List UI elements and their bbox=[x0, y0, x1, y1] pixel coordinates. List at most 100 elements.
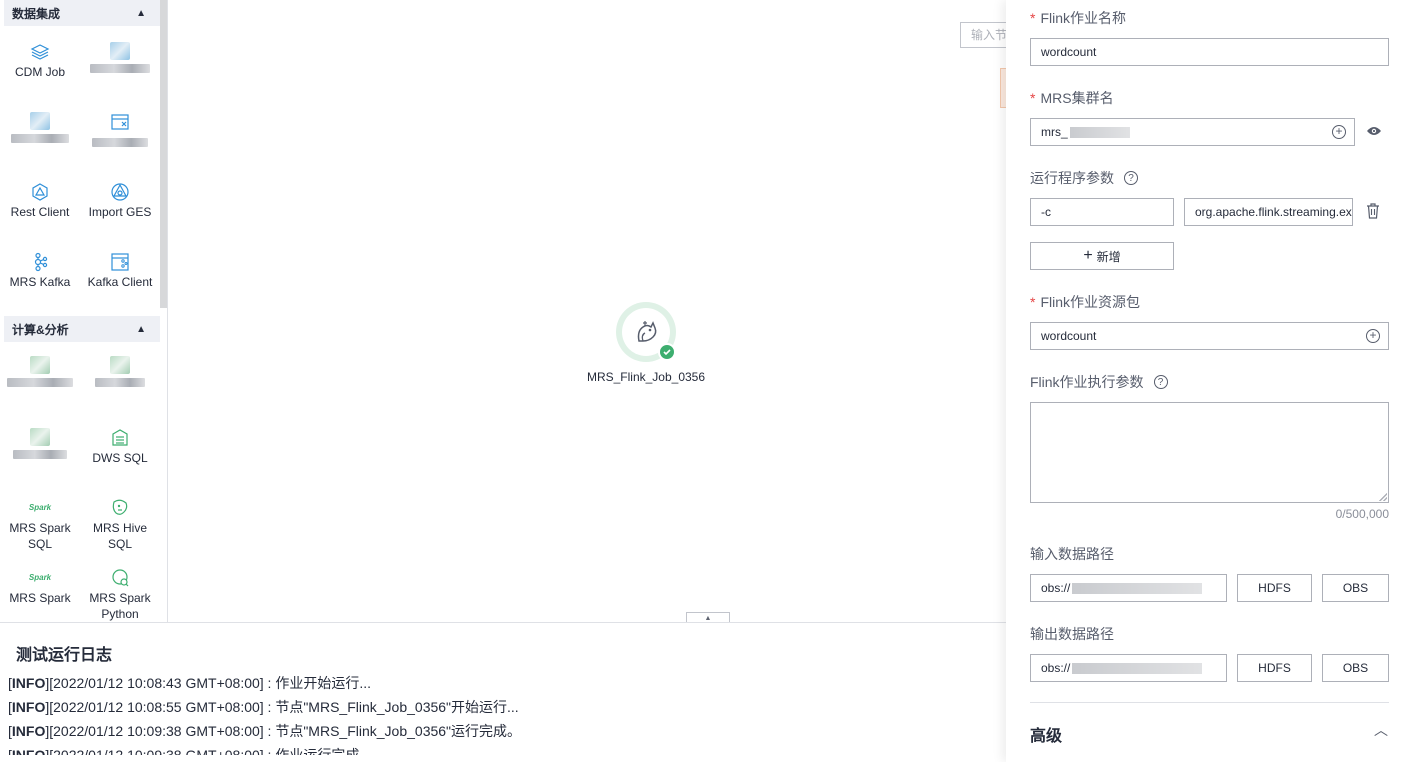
label-text: Flink作业执行参数 bbox=[1030, 374, 1144, 390]
kafka-icon bbox=[29, 252, 51, 272]
node-properties-panel: * Flink作业名称 wordcount * MRS集群名 mrs_ + 运行… bbox=[1006, 0, 1405, 762]
blurred-path bbox=[1072, 663, 1203, 675]
eye-icon[interactable] bbox=[1366, 125, 1382, 140]
node-label: Rest Client bbox=[10, 205, 70, 219]
node-dws-sql[interactable]: DWS SQL bbox=[80, 428, 160, 466]
output-hdfs-button[interactable]: HDFS bbox=[1237, 654, 1312, 682]
advanced-section-title[interactable]: 高级 bbox=[1030, 722, 1062, 746]
collapse-arrow-icon[interactable]: ▲ bbox=[136, 324, 146, 335]
log-time: [2022/01/12 10:08:43 GMT+08:00] bbox=[49, 675, 264, 691]
chevron-up-icon[interactable]: ︿ bbox=[1374, 720, 1388, 740]
node-label: MRS Spark bbox=[9, 591, 71, 605]
log-title: 测试运行日志 bbox=[16, 647, 113, 664]
node-cdm-job[interactable]: CDM Job bbox=[0, 42, 80, 80]
input-hdfs-button[interactable]: HDFS bbox=[1237, 574, 1312, 602]
node-blurred-6[interactable] bbox=[0, 428, 80, 463]
node-mrs-hive-sql[interactable]: MRS Hive SQL bbox=[80, 498, 160, 552]
test-run-log: 测试运行日志 [INFO][2022/01/12 10:08:43 GMT+08… bbox=[0, 622, 1006, 762]
spark-icon: Spark bbox=[28, 573, 52, 582]
log-message: : 作业运行完成 bbox=[263, 747, 360, 755]
log-line: [INFO][2022/01/12 10:08:55 GMT+08:00] : … bbox=[8, 699, 519, 715]
label-text: 输入数据路径 bbox=[1030, 546, 1114, 562]
node-blurred-4[interactable] bbox=[0, 356, 80, 391]
blurred-label bbox=[7, 378, 73, 387]
button-label: 新增 bbox=[1096, 249, 1121, 264]
window-close-icon bbox=[109, 112, 131, 132]
node-label: DWS SQL bbox=[92, 451, 148, 465]
node-blurred-2[interactable] bbox=[0, 112, 80, 147]
category-data-integration[interactable]: 数据集成 ▲ bbox=[4, 0, 160, 26]
node-kafka-client[interactable]: Kafka Client bbox=[80, 252, 160, 290]
app-root: 数据集成 ▲ CDM Job Rest Client Import GES MR… bbox=[0, 0, 1405, 762]
log-level: INFO bbox=[11, 699, 46, 715]
log-line: [INFO][2022/01/12 10:08:43 GMT+08:00] : … bbox=[8, 675, 372, 691]
node-label: CDM Job bbox=[14, 65, 65, 79]
node-mrs-spark[interactable]: Spark MRS Spark bbox=[0, 568, 80, 606]
log-line: [INFO][2022/01/12 10:09:38 GMT+08:00] : … bbox=[8, 723, 522, 739]
program-params-label: 运行程序参数 ? bbox=[1030, 168, 1138, 188]
log-level: INFO bbox=[11, 747, 46, 755]
job-name-input[interactable]: wordcount bbox=[1030, 38, 1389, 66]
label-text: Flink作业名称 bbox=[1040, 10, 1127, 26]
blurred-node-icon bbox=[110, 42, 130, 60]
add-circle-icon[interactable]: + bbox=[1366, 329, 1380, 343]
label-text: MRS集群名 bbox=[1040, 90, 1114, 106]
label-text: 运行程序参数 bbox=[1030, 170, 1114, 186]
exec-params-textarea[interactable] bbox=[1030, 402, 1389, 503]
database-icon bbox=[109, 428, 131, 448]
node-blurred-5[interactable] bbox=[80, 356, 160, 391]
blurred-cluster-name bbox=[1069, 127, 1130, 139]
job-node-mrs-flink[interactable] bbox=[616, 302, 676, 362]
param-key-input[interactable]: -c bbox=[1030, 198, 1174, 226]
blurred-label bbox=[13, 450, 67, 459]
trash-icon[interactable] bbox=[1366, 203, 1380, 222]
help-icon[interactable]: ? bbox=[1124, 171, 1138, 185]
blurred-label bbox=[95, 378, 145, 387]
blurred-path bbox=[1072, 583, 1203, 595]
workflow-canvas[interactable]: 输入节点名称 MRS_Flink_Job_0356 ▲ bbox=[168, 0, 1020, 623]
log-time: [2022/01/12 10:08:55 GMT+08:00] bbox=[49, 699, 264, 715]
collapse-up-icon: ▲ bbox=[704, 614, 712, 622]
log-message: : 节点"MRS_Flink_Job_0356"开始运行... bbox=[263, 699, 519, 715]
required-mark: * bbox=[1030, 10, 1036, 26]
kafka-client-icon bbox=[109, 252, 131, 272]
input-obs-button[interactable]: OBS bbox=[1322, 574, 1389, 602]
hexagon-network-icon bbox=[29, 182, 51, 202]
blurred-label bbox=[92, 138, 148, 147]
node-mrs-kafka[interactable]: MRS Kafka bbox=[0, 252, 80, 290]
node-mrs-spark-python[interactable]: MRS Spark Python bbox=[80, 568, 160, 622]
node-import-ges[interactable]: Import GES bbox=[80, 182, 160, 220]
help-icon[interactable]: ? bbox=[1153, 375, 1168, 389]
layers-icon bbox=[29, 42, 51, 62]
cluster-select[interactable]: mrs_ + bbox=[1030, 118, 1355, 146]
hive-icon bbox=[109, 498, 131, 518]
resource-value: wordcount bbox=[1041, 329, 1097, 343]
palette-scrollbar[interactable] bbox=[160, 0, 167, 308]
add-param-button[interactable]: + 新增 bbox=[1030, 242, 1174, 270]
resize-grip-icon[interactable] bbox=[1379, 493, 1387, 501]
add-circle-icon[interactable]: + bbox=[1332, 125, 1346, 139]
job-name-label: * Flink作业名称 bbox=[1030, 8, 1126, 28]
input-path-input[interactable]: obs:// bbox=[1030, 574, 1227, 602]
log-level: INFO bbox=[11, 723, 46, 739]
success-check-icon bbox=[658, 343, 676, 361]
blurred-label bbox=[90, 64, 150, 73]
node-rest-client[interactable]: Rest Client bbox=[0, 182, 80, 220]
collapse-arrow-icon[interactable]: ▲ bbox=[136, 8, 146, 19]
job-node-label: MRS_Flink_Job_0356 bbox=[586, 370, 706, 384]
cluster-label: * MRS集群名 bbox=[1030, 88, 1114, 108]
required-mark: * bbox=[1030, 90, 1036, 106]
path-value: obs:// bbox=[1041, 581, 1071, 595]
output-path-input[interactable]: obs:// bbox=[1030, 654, 1227, 682]
char-counter: 0/500,000 bbox=[1335, 507, 1389, 521]
output-obs-button[interactable]: OBS bbox=[1322, 654, 1389, 682]
category-label: 数据集成 bbox=[12, 6, 61, 21]
node-label: MRS Spark Python bbox=[89, 591, 151, 621]
node-mrs-spark-sql[interactable]: Spark MRS Spark SQL bbox=[0, 498, 80, 552]
node-palette: 数据集成 ▲ CDM Job Rest Client Import GES MR… bbox=[0, 0, 168, 622]
category-compute-analysis[interactable]: 计算&分析 ▲ bbox=[4, 316, 160, 342]
node-blurred-1[interactable] bbox=[80, 42, 160, 77]
resource-select[interactable]: wordcount + bbox=[1030, 322, 1389, 350]
param-value-input[interactable]: org.apache.flink.streaming.examples bbox=[1184, 198, 1353, 226]
node-blurred-3[interactable] bbox=[80, 112, 160, 151]
